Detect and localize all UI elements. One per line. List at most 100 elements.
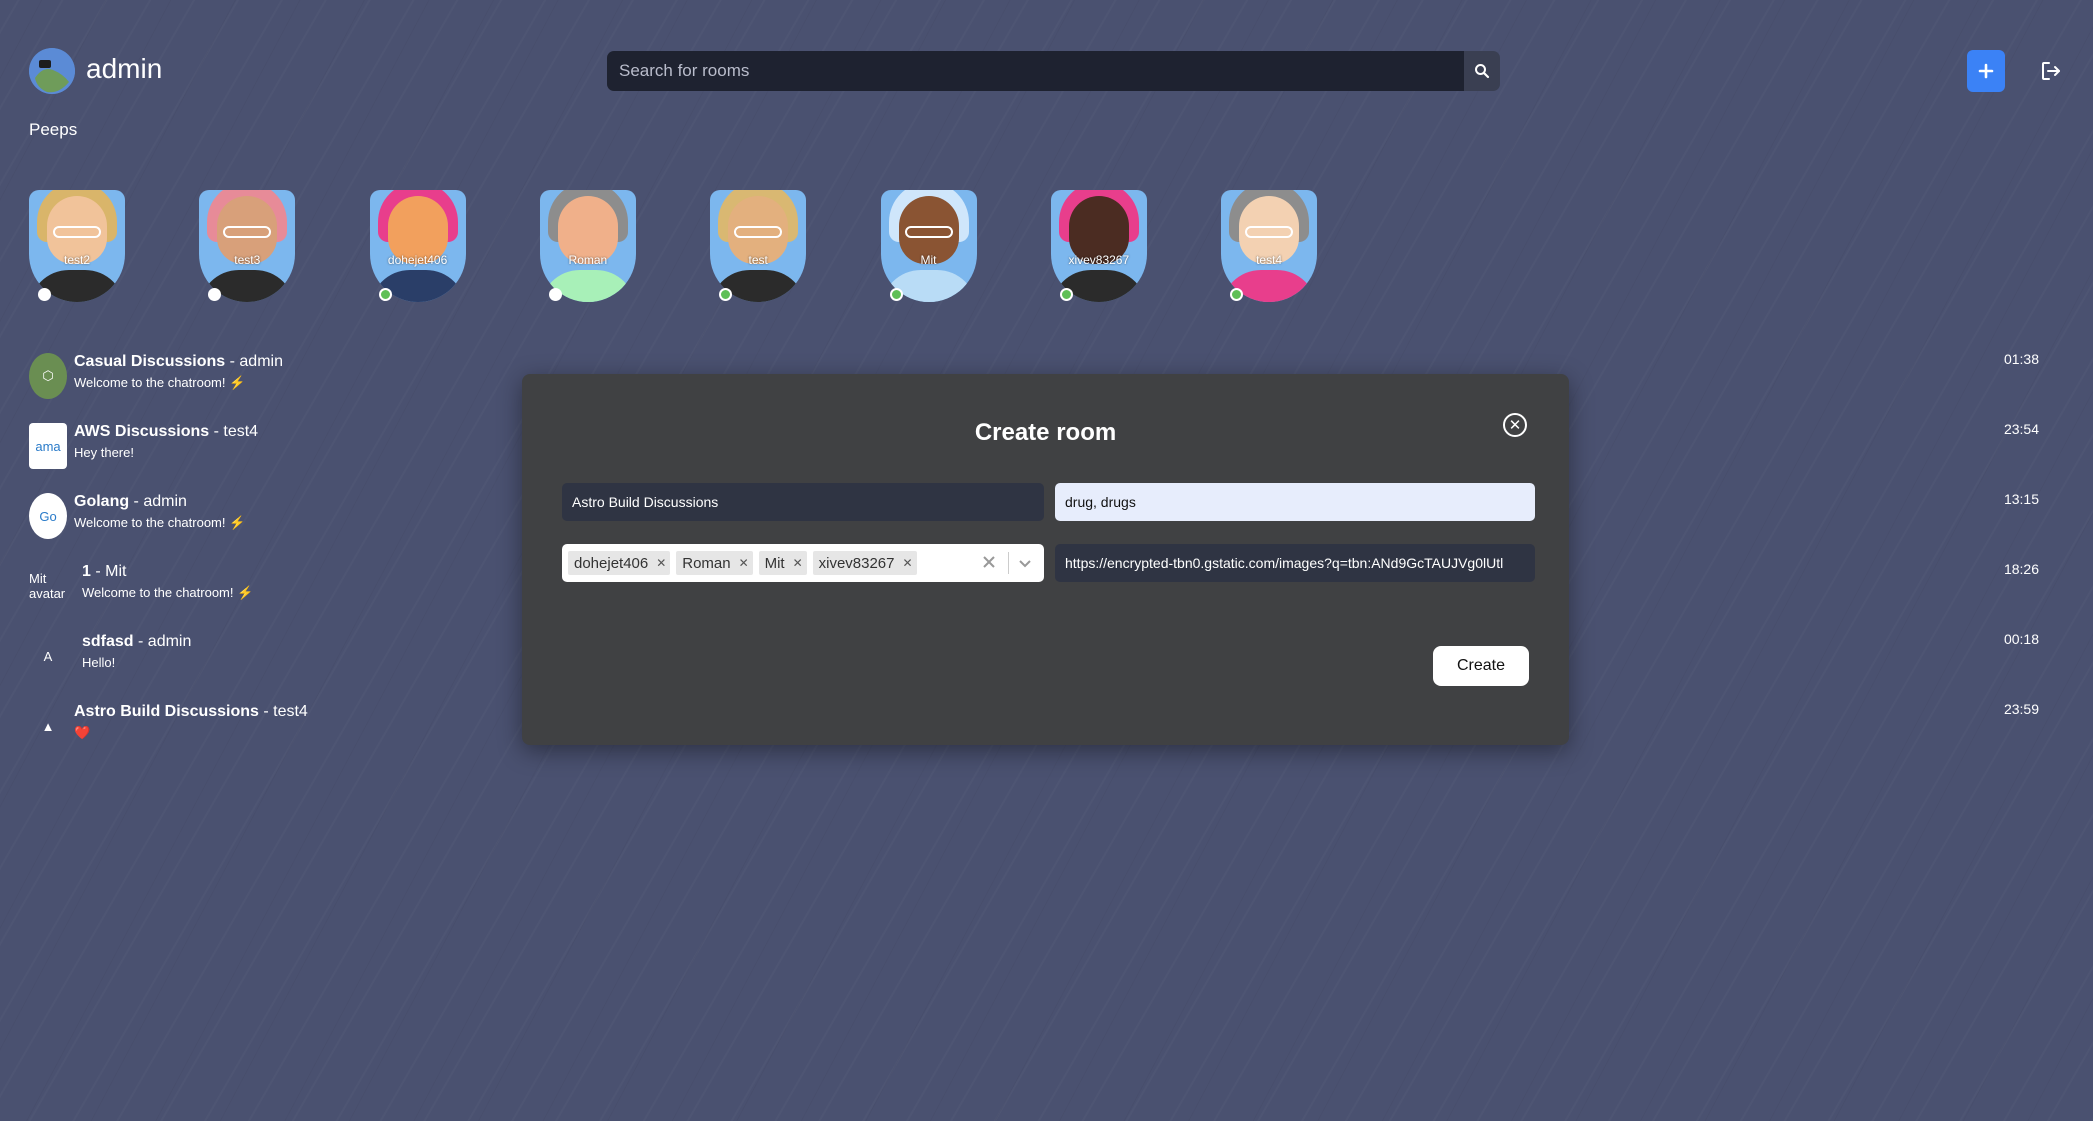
room-timestamp: 13:15 [2003,491,2039,507]
avatar-glasses [904,226,953,238]
room-name: 1 [82,563,91,580]
peep-card[interactable]: Mit [880,158,977,303]
modal-title: Create room [974,419,1117,446]
member-chip: xivev83267 ✕ [812,551,917,575]
peep-avatar [199,190,296,302]
create-room-modal: Create room ✕ Astro Build Discussions dr… [522,374,1569,745]
member-chip-label: xivev83267 [818,554,895,572]
peep-card[interactable]: test2 [29,158,125,303]
peep-card[interactable]: test4 [1221,158,1318,303]
peep-avatar [29,190,125,302]
peep-avatar [1050,190,1147,302]
room-title: Astro Build Discussions - test4 [74,703,308,721]
peep-card[interactable]: dohejet406 [369,158,466,303]
room-icon: Go [29,493,67,539]
multiselect-divider [1008,552,1009,574]
peep-name: Mit [920,253,937,267]
room-name: AWS Discussions [74,423,210,440]
peep-name: test2 [63,253,90,267]
add-room-button[interactable] [1967,50,2005,92]
peep-avatar [880,190,977,302]
room-icon: ama [29,423,67,469]
room-title: 1 - Mit [82,563,126,581]
room-last-message: Hello! [82,655,116,670]
room-icon: ▲ [41,718,55,734]
logout-icon [2042,62,2060,80]
plus-icon [1978,63,1994,79]
room-last-message: Welcome to the chatroom! ⚡ [82,585,254,600]
search-button[interactable] [1464,51,1500,91]
member-chip-label: Roman [682,554,731,572]
room-image-url-input[interactable]: https://encrypted-tbn0.gstatic.com/image… [1055,544,1535,582]
close-modal-button[interactable]: ✕ [1503,413,1527,437]
room-last-message: Hey there! [74,445,134,460]
status-dot [1059,288,1073,301]
peep-name: test4 [1256,253,1283,267]
peep-avatar [1221,190,1318,302]
room-icon: Mit avatar [29,571,66,601]
status-dot [378,288,392,301]
room-last-message: Welcome to the chatroom! ⚡ [74,375,246,390]
room-timestamp: 18:26 [2003,561,2039,577]
status-dot [889,288,903,301]
avatar-glasses [734,226,783,238]
room-tags-input[interactable]: drug, drugs [1055,483,1535,521]
room-name-input[interactable]: Astro Build Discussions [562,483,1044,521]
room-owner: - admin [133,633,192,650]
room-last-message: ❤️ [74,725,91,740]
member-chip: Roman ✕ [676,551,753,575]
room-name: Casual Discussions [74,353,226,370]
member-chip: dohejet406 ✕ [568,551,671,575]
members-multiselect[interactable]: dohejet406 ✕ Roman ✕ Mit ✕ xivev83267 ✕ [562,544,1044,582]
room-name: Golang [74,493,130,510]
room-timestamp: 01:38 [2003,351,2039,367]
member-chip-label: dohejet406 [574,554,649,572]
member-chips: dohejet406 ✕ Roman ✕ Mit ✕ xivev83267 ✕ [568,551,923,575]
member-chip: Mit ✕ [758,551,807,575]
search-input[interactable] [607,51,1464,91]
status-dot [38,288,51,301]
peep-name: test [748,253,768,267]
room-timestamp: 23:59 [2003,701,2039,717]
room-owner: - test4 [258,703,308,720]
remove-member-icon[interactable]: ✕ [652,556,670,570]
peep-card[interactable]: xivev83267 [1050,158,1147,303]
room-owner: - test4 [209,423,259,440]
room-title: sdfasd - admin [82,633,191,651]
create-button[interactable]: Create [1433,646,1529,686]
room-icon: ⬡ [29,353,67,399]
search-icon [1475,64,1490,79]
clear-members-icon[interactable] [982,552,996,575]
peep-name: dohejet406 [387,253,448,267]
user-avatar[interactable] [29,48,75,94]
username: admin [86,53,163,84]
peep-card[interactable]: test [710,158,807,303]
room-last-message: Welcome to the chatroom! ⚡ [74,515,246,530]
peep-name: xivev83267 [1068,253,1130,267]
peep-name: test3 [234,253,261,267]
peep-card[interactable]: test3 [199,158,296,303]
peep-name: Roman [568,253,608,267]
room-owner: - admin [225,353,283,370]
room-owner: - Mit [90,563,127,580]
peeps-heading: Peeps [29,120,78,139]
remove-member-icon[interactable]: ✕ [789,556,807,570]
avatar-glasses [53,226,101,238]
close-icon: ✕ [1508,416,1522,434]
room-owner: - admin [129,493,187,510]
logout-button[interactable] [2034,55,2068,87]
peep-card[interactable]: Roman [539,158,636,303]
remove-member-icon[interactable]: ✕ [899,556,917,570]
member-chip-label: Mit [764,554,785,572]
remove-member-icon[interactable]: ✕ [735,556,753,570]
status-dot [548,288,562,301]
peep-avatar [369,190,466,302]
room-title: Golang - admin [74,493,187,511]
room-timestamp: 00:18 [2003,631,2039,647]
room-icon: A [43,648,53,664]
room-name: sdfasd [82,633,134,650]
room-title: AWS Discussions - test4 [74,423,258,441]
chevron-down-icon[interactable] [1016,554,1034,572]
room-name: Astro Build Discussions [74,703,259,720]
peep-avatar [539,190,636,302]
